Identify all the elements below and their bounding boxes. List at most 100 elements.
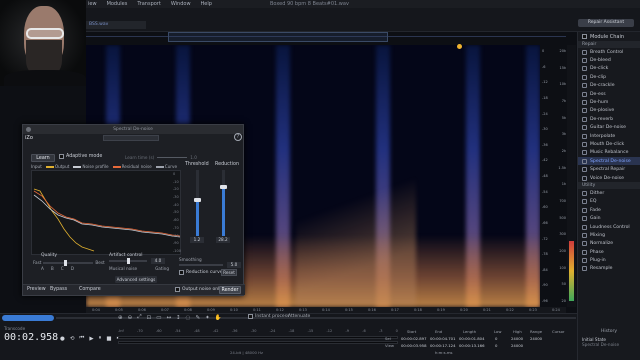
sel-start[interactable]: 00:00:02.897 xyxy=(401,336,427,341)
sel-length[interactable]: 00:00:01.804 xyxy=(459,336,485,341)
quality-d[interactable]: D xyxy=(71,266,74,271)
module-de-ess[interactable]: De-ess xyxy=(578,90,640,98)
module-voice-de-noise[interactable]: Voice De-noise xyxy=(578,174,640,182)
lasso-icon[interactable]: ◌ xyxy=(186,315,191,321)
select-tool-icon[interactable]: ▭ xyxy=(156,315,161,321)
module-de-plosive[interactable]: De-plosive xyxy=(578,107,640,115)
rewind-icon[interactable]: ⏮ xyxy=(79,335,84,342)
module-fade[interactable]: Fade xyxy=(578,206,640,214)
reduction-value[interactable]: 28.2 xyxy=(216,237,230,243)
module-plug-in[interactable]: Plug-in xyxy=(578,256,640,264)
module-de-crackle[interactable]: De-crackle xyxy=(578,82,640,90)
view-high[interactable]: 24000 xyxy=(511,343,523,348)
module-music-rebalance[interactable]: Music Rebalance xyxy=(578,149,640,157)
record-icon[interactable]: ● xyxy=(60,336,65,342)
attenuate-dropdown[interactable]: Attenuate xyxy=(288,314,310,319)
menu-window[interactable]: Window xyxy=(171,1,191,7)
module-de-clip[interactable]: De-clip xyxy=(578,73,640,81)
compare-button[interactable]: Compare xyxy=(79,287,101,292)
instant-process-checkbox[interactable] xyxy=(248,314,253,319)
output-noise-only-toggle[interactable]: Output noise only xyxy=(175,287,222,292)
help-icon[interactable]: ? xyxy=(234,133,242,141)
view-start[interactable]: 00:00:03.958 xyxy=(401,343,427,348)
sel-low[interactable]: 0 xyxy=(495,336,497,341)
play-icon[interactable]: ▶ xyxy=(89,336,93,342)
instant-process-toggle[interactable]: Instant process xyxy=(248,314,289,319)
brush-icon[interactable]: ✎ xyxy=(195,315,200,321)
view-end[interactable]: 00:00:17.124 xyxy=(430,343,456,348)
preview-button[interactable]: Preview xyxy=(27,287,46,292)
quality-b[interactable]: B xyxy=(51,266,54,271)
module-de-bleed[interactable]: De-bleed xyxy=(578,56,640,64)
smoothing-slider[interactable] xyxy=(179,264,223,266)
bypass-button[interactable]: Bypass xyxy=(50,287,67,292)
learn-time-control[interactable]: Learn time (s) 1.0 xyxy=(125,155,197,160)
output-noise-only-checkbox[interactable] xyxy=(175,287,180,292)
adaptive-mode-checkbox[interactable] xyxy=(59,154,64,159)
timecode-display[interactable]: 00:02.958 xyxy=(4,332,58,343)
module-mixing[interactable]: Mixing xyxy=(578,231,640,239)
artifact-control-value[interactable]: 4.0 xyxy=(151,258,165,264)
quality-knob[interactable] xyxy=(64,259,68,266)
module-gain[interactable]: Gain xyxy=(578,214,640,222)
module-dither[interactable]: Dither xyxy=(578,189,640,197)
quality-control[interactable]: Fast Best xyxy=(33,259,105,266)
advanced-settings-button[interactable]: Advanced settings xyxy=(115,276,157,283)
pause-icon[interactable]: ⏸ xyxy=(99,335,102,342)
module-de-click[interactable]: De-click xyxy=(578,65,640,73)
smoothing-value[interactable]: 5.0 xyxy=(227,262,241,268)
hand-tool-icon[interactable]: ✋ xyxy=(215,315,222,321)
module-mouth-de-click[interactable]: Mouth De-click xyxy=(578,140,640,148)
utility-group-header[interactable]: Utility xyxy=(578,182,640,190)
reduction-slider[interactable] xyxy=(220,170,227,236)
quality-a[interactable]: A xyxy=(41,266,44,271)
view-length[interactable]: 00:00:13.166 xyxy=(459,343,485,348)
loop-icon[interactable]: ⟲ xyxy=(70,336,75,342)
history-entry[interactable]: Spectral De-noise xyxy=(578,342,640,347)
quality-c[interactable]: C xyxy=(61,266,64,271)
sel-range[interactable]: 24000 xyxy=(530,336,542,341)
module-phase[interactable]: Phase xyxy=(578,248,640,256)
history-initial-state[interactable]: Initial State xyxy=(578,334,640,342)
module-eq[interactable]: EQ xyxy=(578,198,640,206)
module-de-reverb[interactable]: De-reverb xyxy=(578,115,640,123)
reset-button[interactable]: Reset xyxy=(221,269,237,276)
quality-slider[interactable] xyxy=(43,259,94,266)
time-select-icon[interactable]: ↔ xyxy=(166,315,171,321)
marker-icon[interactable] xyxy=(457,44,462,49)
render-button[interactable]: Render xyxy=(219,286,241,294)
threshold-slider[interactable] xyxy=(194,170,201,236)
view-low[interactable]: 0 xyxy=(495,343,497,348)
zoom-out-icon[interactable]: ⊖ xyxy=(128,315,133,321)
menu-transport[interactable]: Transport xyxy=(137,1,160,7)
repair-assistant-button[interactable]: Repair Assistant xyxy=(578,19,634,27)
preset-dropdown[interactable] xyxy=(103,135,159,141)
module-guitar-de-noise[interactable]: Guitar De-noise xyxy=(578,124,640,132)
menu-help[interactable]: Help xyxy=(201,1,212,7)
overview-viewport[interactable] xyxy=(168,32,388,42)
learn-button[interactable]: Learn xyxy=(31,154,55,162)
reduction-curve-toggle[interactable]: Reduction curve xyxy=(179,270,223,275)
module-interpolate[interactable]: Interpolate xyxy=(578,132,640,140)
sel-end[interactable]: 00:00:04.701 xyxy=(430,336,456,341)
close-icon[interactable] xyxy=(26,127,31,132)
time-format[interactable]: h:m:s.ms xyxy=(435,350,453,355)
module-resample[interactable]: Resample xyxy=(578,265,640,273)
module-normalize[interactable]: Normalize xyxy=(578,240,640,248)
file-tab[interactable]: BSS.wav xyxy=(86,21,146,29)
menu-modules[interactable]: Modules xyxy=(107,1,128,7)
module-spectral-repair[interactable]: Spectral Repair xyxy=(578,165,640,173)
menu-view[interactable]: iew xyxy=(88,1,97,7)
adaptive-mode-toggle[interactable]: Adaptive mode xyxy=(59,154,102,159)
reduction-curve-checkbox[interactable] xyxy=(179,270,184,275)
scroll-handle[interactable] xyxy=(2,315,54,321)
module-de-hum[interactable]: De-hum xyxy=(578,98,640,106)
module-chain-button[interactable]: Module Chain xyxy=(578,32,640,41)
threshold-knob[interactable] xyxy=(194,197,201,202)
module-loudness-control[interactable]: Loudness Control xyxy=(578,223,640,231)
reduction-knob[interactable] xyxy=(220,184,227,189)
module-breath-control[interactable]: Breath Control xyxy=(578,48,640,56)
zoom-selection-icon[interactable]: ⊡ xyxy=(147,315,152,321)
artifact-control-knob[interactable] xyxy=(127,258,130,264)
zoom-in-icon[interactable]: ⊕ xyxy=(118,315,123,321)
